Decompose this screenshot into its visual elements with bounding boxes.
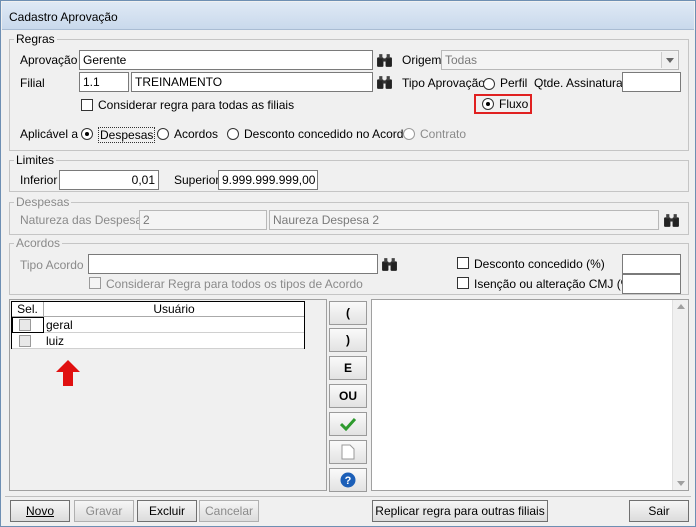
binoculars-icon[interactable] (381, 256, 398, 273)
aprovacao-label: Aprovação (20, 53, 78, 67)
fluxo-radio[interactable] (482, 98, 494, 110)
scroll-up-icon[interactable] (677, 304, 685, 309)
perfil-label: Perfil (500, 76, 528, 90)
isencao-label: Isenção ou alteração CMJ (%) (474, 277, 636, 291)
binoculars-icon[interactable] (663, 212, 680, 229)
excluir-button[interactable]: Excluir (137, 500, 197, 522)
desconto-acordo-label: Desconto concedido no Acordo (244, 127, 411, 141)
title-bar: Cadastro Aprovação (2, 2, 694, 30)
despesas-radio-label: Despesas (98, 127, 156, 143)
tipo-acordo-label: Tipo Acordo (20, 258, 84, 272)
tipo-aprovacao-label: Tipo Aprovação (402, 76, 485, 90)
inferior-input[interactable]: 0,01 (59, 170, 159, 190)
arrow-up-icon (56, 360, 80, 386)
desconto-concedido-label: Desconto concedido (%) (474, 257, 605, 271)
help-icon: ? (340, 472, 356, 488)
row-usuario: geral (46, 318, 73, 332)
replicar-button[interactable]: Replicar regra para outras filiais (372, 500, 548, 522)
window-title: Cadastro Aprovação (9, 10, 118, 24)
limites-legend: Limites (14, 153, 57, 167)
binoculars-icon[interactable] (376, 52, 393, 69)
aprovacao-input[interactable]: Gerente (79, 50, 373, 70)
open-paren-button[interactable]: ( (329, 301, 367, 325)
sair-button[interactable]: Sair (629, 500, 689, 522)
inferior-label: Inferior (20, 173, 58, 187)
footer-divider (5, 496, 691, 497)
checkmark-icon (339, 417, 357, 432)
help-button[interactable]: ? (329, 468, 367, 492)
new-document-button[interactable] (329, 440, 367, 464)
svg-text:?: ? (345, 475, 352, 487)
regras-legend: Regras (14, 32, 57, 46)
row-select-checkbox[interactable] (19, 335, 31, 347)
tipo-acordo-input[interactable] (88, 254, 378, 274)
document-icon (341, 444, 355, 460)
col-header-usuario[interactable]: Usuário (44, 302, 304, 317)
isencao-checkbox[interactable] (457, 277, 469, 289)
contrato-radio[interactable] (403, 128, 415, 140)
close-paren-button[interactable]: ) (329, 328, 367, 352)
vertical-scrollbar[interactable] (672, 300, 688, 490)
isencao-input[interactable] (622, 274, 681, 294)
desconto-acordo-radio[interactable] (227, 128, 239, 140)
filial-code-input[interactable]: 1.1 (79, 72, 129, 92)
acordos-radio-label: Acordos (174, 127, 219, 141)
chevron-down-icon[interactable] (661, 52, 677, 68)
filial-name-input[interactable]: TREINAMENTO (131, 72, 373, 92)
confirm-button[interactable] (329, 412, 367, 436)
novo-button-label: Novo (25, 504, 54, 518)
row-focus-indicator (12, 317, 44, 333)
acordos-radio[interactable] (157, 128, 169, 140)
novo-button[interactable]: Novo (10, 500, 70, 522)
binoculars-icon[interactable] (376, 74, 393, 91)
and-button[interactable]: E (329, 356, 367, 380)
despesas-radio[interactable] (81, 128, 93, 140)
considerar-tipos-checkbox[interactable] (89, 277, 101, 289)
cancelar-button[interactable]: Cancelar (199, 500, 259, 522)
despesas-legend: Despesas (14, 195, 72, 209)
col-header-sel[interactable]: Sel. (12, 302, 44, 317)
table-row[interactable]: geral (12, 317, 304, 333)
origem-select[interactable]: Todas (441, 50, 679, 70)
desconto-concedido-checkbox[interactable] (457, 257, 469, 269)
contrato-label: Contrato (420, 127, 467, 141)
desconto-concedido-input[interactable] (622, 254, 681, 274)
considerar-filiais-label: Considerar regra para todas as filiais (98, 98, 295, 112)
considerar-filiais-checkbox[interactable] (81, 99, 93, 111)
natureza-code-input[interactable]: 2 (139, 210, 267, 230)
expression-textarea[interactable] (371, 299, 689, 491)
filial-label: Filial (20, 76, 45, 90)
acordos-legend: Acordos (14, 236, 63, 250)
fluxo-label: Fluxo (499, 97, 529, 111)
qtde-assinaturas-input[interactable] (622, 72, 681, 92)
cadastro-aprovacao-window: Cadastro Aprovação Regras Aprovação Gere… (0, 0, 696, 527)
origem-label: Origem (402, 53, 442, 67)
scroll-down-icon[interactable] (677, 481, 685, 486)
row-usuario: luiz (46, 334, 65, 348)
superior-input[interactable]: 9.999.999.999,00 (218, 170, 318, 190)
table-row[interactable]: luiz (12, 333, 304, 349)
or-button[interactable]: OU (329, 384, 367, 408)
superior-label: Superior (174, 173, 220, 187)
qtde-assinaturas-label: Qtde. Assinaturas (534, 76, 629, 90)
origem-value: Todas (445, 53, 478, 67)
aplicavel-label: Aplicável a (20, 127, 79, 141)
considerar-tipos-label: Considerar Regra para todos os tipos de … (106, 277, 363, 291)
natureza-name-input[interactable]: Naureza Despesa 2 (269, 210, 659, 230)
gravar-button[interactable]: Gravar (74, 500, 134, 522)
natureza-label: Natureza das Despesas (20, 213, 149, 227)
perfil-radio[interactable] (483, 78, 495, 90)
